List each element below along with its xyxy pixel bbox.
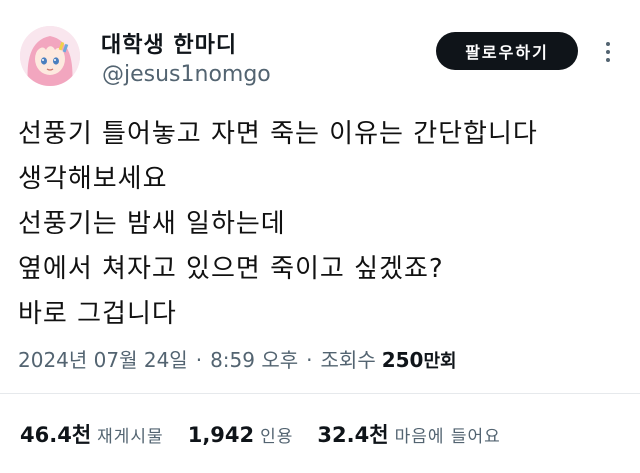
tweet-meta: 2024년 07월 24일 · 8:59 오후 · 조회수 250 만회 [18,344,457,373]
tweet-time[interactable]: 8:59 오후 [210,344,298,373]
quotes-label: 인용 [260,427,294,447]
views-count: 250 [381,348,424,372]
dot-icon [606,58,610,62]
meta-separator: · [195,348,203,372]
quotes-count: 1,942 [187,423,255,447]
views-label: 조회수 [320,348,376,372]
tweet-line: 생각해보세요 [18,164,168,194]
tweet-text: 선풍기 틀어놓고 자면 죽는 이유는 간단합니다 생각해보세요 선풍기는 밤새 … [18,112,628,337]
author-display-name[interactable]: 대학생 한마디 [101,27,237,59]
retweets-stat[interactable]: 46.4천 재게시물 [20,419,164,449]
retweets-count: 46.4천 [20,423,92,447]
avatar-image [20,26,80,86]
likes-label: 마음에 들어요 [394,427,501,447]
retweets-label: 재게시물 [97,427,164,447]
follow-button[interactable]: 팔로우하기 [436,32,578,70]
tweet-line: 선풍기는 밤새 일하는데 [18,209,286,239]
engagement-stats: 46.4천 재게시물 1,942 인용 32.4천 마음에 들어요 [20,419,525,449]
dot-icon [606,50,610,54]
tweet-line: 옆에서 쳐자고 있으면 죽이고 싶겠죠? [18,254,444,284]
dot-icon [606,42,610,46]
divider [0,393,640,394]
quotes-stat[interactable]: 1,942 인용 [188,422,294,447]
likes-count: 32.4천 [317,423,389,447]
views-unit: 만회 [423,351,457,372]
tweet-date[interactable]: 2024년 07월 24일 [18,344,188,373]
tweet-line: 바로 그겁니다 [18,299,177,329]
author-handle[interactable]: @jesus1nomgo [102,62,271,87]
meta-separator: · [306,348,313,372]
tweet-line: 선풍기 틀어놓고 자면 죽는 이유는 간단합니다 [18,119,538,149]
more-options-icon[interactable] [596,37,620,67]
avatar[interactable] [20,26,80,86]
likes-stat[interactable]: 32.4천 마음에 들어요 [317,419,500,449]
